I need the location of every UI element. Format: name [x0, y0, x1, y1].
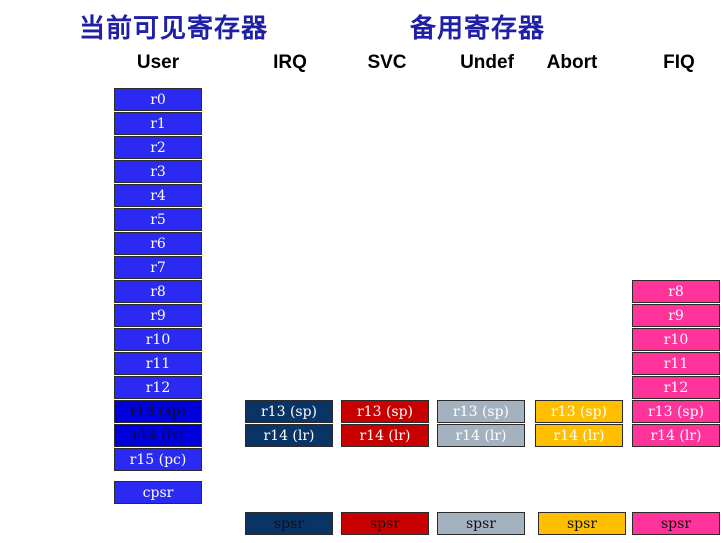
- svc-spsr-box: spsr: [341, 512, 429, 535]
- user-register-box: r14 (lr): [114, 424, 202, 447]
- mode-label-fiq: FIQ: [663, 52, 695, 73]
- irq-spsr-box: spsr: [245, 512, 333, 535]
- user-register-box: r7: [114, 256, 202, 279]
- fiq-spsr-box: spsr: [632, 512, 720, 535]
- user-register-box: r6: [114, 232, 202, 255]
- mode-label-svc: SVC: [367, 52, 407, 73]
- user-register-box: r1: [114, 112, 202, 135]
- mode-label-irq: IRQ: [273, 52, 307, 73]
- fiq-register-box: r9: [632, 304, 720, 327]
- user-register-box: r3: [114, 160, 202, 183]
- current-registers-heading: 当前可见寄存器: [79, 14, 269, 44]
- fiq-register-box: r8: [632, 280, 720, 303]
- undef-register-box: r14 (lr): [437, 424, 525, 447]
- fiq-register-box: r12: [632, 376, 720, 399]
- fiq-register-box: r11: [632, 352, 720, 375]
- abort-register-box: r14 (lr): [535, 424, 623, 447]
- svc-register-box: r14 (lr): [341, 424, 429, 447]
- undef-register-box: r13 (sp): [437, 400, 525, 423]
- mode-label-undef: Undef: [460, 52, 514, 73]
- undef-spsr-box: spsr: [437, 512, 525, 535]
- irq-register-box: r13 (sp): [245, 400, 333, 423]
- user-register-box: r2: [114, 136, 202, 159]
- mode-label-abort: Abort: [546, 52, 598, 73]
- user-register-box: r15 (pc): [114, 448, 202, 471]
- fiq-register-box: r13 (sp): [632, 400, 720, 423]
- user-register-box: r0: [114, 88, 202, 111]
- svc-register-box: r13 (sp): [341, 400, 429, 423]
- fiq-register-box: r14 (lr): [632, 424, 720, 447]
- user-register-box: r9: [114, 304, 202, 327]
- mode-label-user: User: [136, 52, 180, 73]
- user-register-box: r10: [114, 328, 202, 351]
- user-register-box: r11: [114, 352, 202, 375]
- fiq-register-box: r10: [632, 328, 720, 351]
- user-register-box: r12: [114, 376, 202, 399]
- banked-registers-heading: 备用寄存器: [410, 14, 546, 44]
- user-register-box: r4: [114, 184, 202, 207]
- user-register-box: r8: [114, 280, 202, 303]
- irq-register-box: r14 (lr): [245, 424, 333, 447]
- abort-register-box: r13 (sp): [535, 400, 623, 423]
- cpsr-box: cpsr: [114, 481, 202, 504]
- user-register-box: r13 (sp): [114, 400, 202, 423]
- user-register-box: r5: [114, 208, 202, 231]
- abort-spsr-box: spsr: [538, 512, 626, 535]
